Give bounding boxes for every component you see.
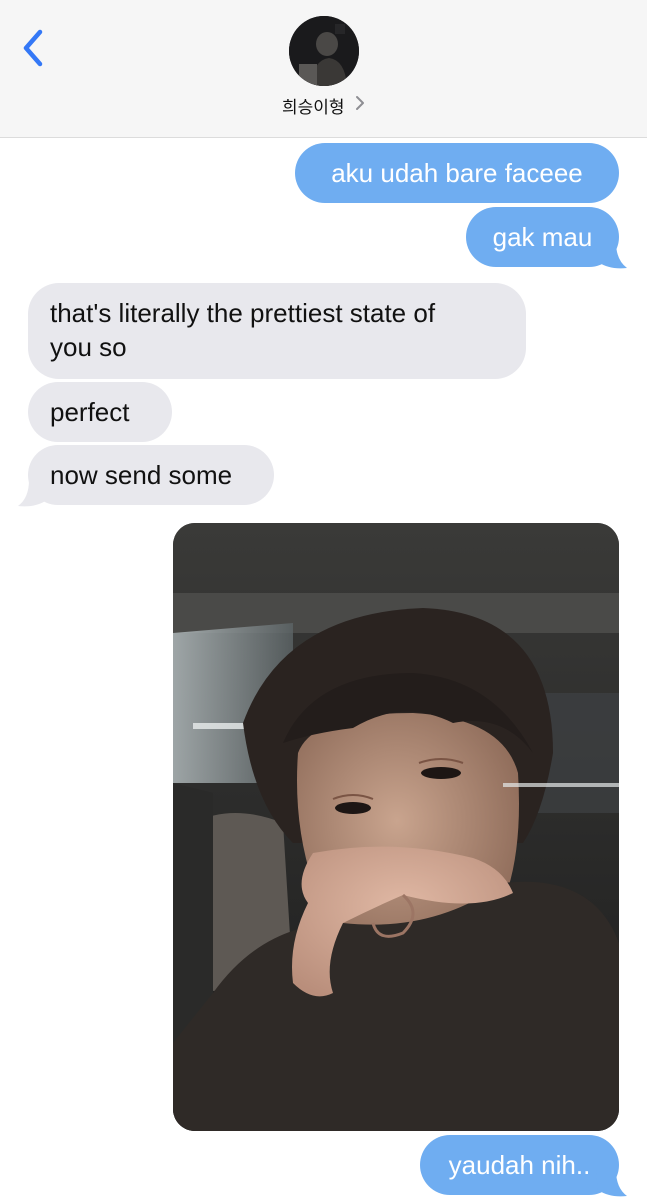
message-text-line: you so [50, 332, 127, 362]
sent-bubble-tail [596, 1170, 627, 1197]
message-text: now send some [50, 460, 233, 490]
message-text: perfect [50, 397, 130, 427]
message-text: gak mau [492, 222, 593, 252]
back-button[interactable] [14, 26, 54, 70]
sent-message[interactable]: aku udah bare faceee [295, 143, 619, 203]
message-text-line: that's literally the prettiest state of [50, 298, 436, 328]
received-message[interactable]: now send some [28, 445, 274, 505]
contact-name-button[interactable]: 희승이형 [0, 93, 647, 119]
sent-bubble-tail [596, 242, 627, 269]
message-text: yaudah nih.. [448, 1150, 591, 1180]
chevron-right-icon [355, 95, 365, 116]
conversation-header: 희승이형 [0, 0, 647, 138]
message-text: aku udah bare faceee [331, 158, 583, 188]
sent-message[interactable]: yaudah nih.. [420, 1135, 619, 1195]
received-bubble-tail [18, 480, 49, 507]
received-message[interactable]: perfect [28, 382, 172, 442]
contact-avatar[interactable] [289, 16, 359, 86]
sent-photo-message[interactable] [173, 523, 619, 1131]
contact-name: 희승이형 [281, 98, 345, 118]
chevron-left-icon [14, 26, 54, 70]
received-message[interactable]: that's literally the prettiest state of … [28, 283, 526, 379]
selfie-photo [173, 523, 619, 1131]
